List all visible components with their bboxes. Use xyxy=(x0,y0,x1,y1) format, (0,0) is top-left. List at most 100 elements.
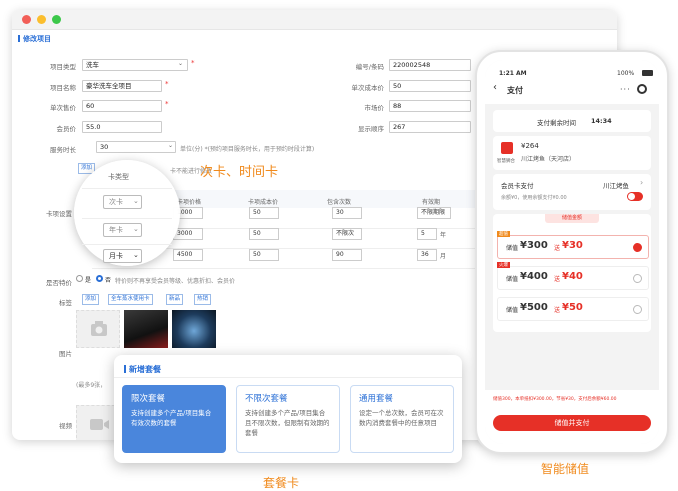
stored-option-2[interactable]: 火爆 储值 ¥400 送 ¥40 xyxy=(497,262,649,290)
package-card-unlimited[interactable]: 不限次套餐 支持创建多个产品/项目集合且不限次数，但限制有效期的套餐 xyxy=(236,385,340,453)
col-cost: 卡项成本价 xyxy=(248,199,279,206)
package-popup: 新增套餐 限次套餐 支持创建多个产品/项目集合有效次数的套餐 不限次套餐 支持创… xyxy=(114,355,462,463)
duration-select[interactable]: 30 xyxy=(96,141,176,153)
radio-icon[interactable] xyxy=(633,305,642,314)
row3-validity[interactable]: 36 xyxy=(417,249,437,261)
section-title: 修改项目 xyxy=(18,34,51,44)
car-photo-2[interactable] xyxy=(172,310,216,348)
caption-card-time: 次卡、时间卡 xyxy=(200,165,279,180)
package-card-limited[interactable]: 限次套餐 支持创建多个产品/项目集合有效次数的套餐 xyxy=(122,385,226,453)
caption-stored-value: 智能储值 xyxy=(541,462,590,476)
brand-logo-icon xyxy=(501,142,513,154)
label-market-price: 市场价 xyxy=(364,104,385,112)
order-card: 智慧狮合 ¥264 川江烤鱼（天河店） xyxy=(493,136,651,170)
row2-validity[interactable]: 5 xyxy=(417,228,437,240)
market-price-input[interactable]: 88 xyxy=(389,100,471,112)
package-card-general[interactable]: 通用套餐 设定一个总次数，会员可在次数内消费套餐中的任意项目 xyxy=(350,385,454,453)
row2-count[interactable]: 不限次 xyxy=(332,228,362,240)
tag-item[interactable]: 新品 xyxy=(166,294,184,305)
car-photo-1[interactable] xyxy=(124,310,168,348)
label-price: 单次售价 xyxy=(50,104,76,112)
row3-price[interactable]: 4500 xyxy=(173,249,203,261)
row1-cost[interactable]: 50 xyxy=(249,207,279,219)
member-pay-card: 会员卡支付 川江烤鱼 › 余额¥0，使用余额支付¥0.00 xyxy=(493,174,651,210)
label-special: 是否特价 xyxy=(46,279,72,287)
label-code: 编号/条码 xyxy=(355,63,384,71)
add-tag-button[interactable]: 添加 xyxy=(82,294,100,305)
battery-icon xyxy=(642,70,653,76)
minimize-dot-icon[interactable] xyxy=(37,15,46,24)
magnifier-title: 卡类型 xyxy=(108,173,129,181)
phone-screen: 1:21 AM 100% ‹ 支付 ··· 支付剩余时间 14:34 智慧狮合 … xyxy=(485,60,659,444)
status-battery: 100% xyxy=(617,70,635,77)
chevron-right-icon: › xyxy=(640,178,644,187)
more-icon[interactable]: ··· xyxy=(620,85,631,94)
popup-title: 新增套餐 xyxy=(124,364,161,375)
back-icon[interactable]: ‹ xyxy=(493,82,497,93)
col-validity: 有效期 xyxy=(422,199,441,206)
video-hint: (最多9张， xyxy=(76,382,107,389)
countdown-card: 支付剩余时间 14:34 xyxy=(493,110,651,132)
duration-hint: 单位(分) *(预约项目服务时长，用于预约时段计算) xyxy=(180,146,315,153)
col-price: 卡项价格 xyxy=(177,199,202,206)
pay-button[interactable]: 储值并支付 xyxy=(493,415,651,431)
card-type-magnifier: 卡类型 次卡 年卡 月卡 ⌄ ⌄ ⌄ xyxy=(74,160,180,266)
name-input[interactable]: 豪华洗车全项目 xyxy=(82,80,162,92)
status-time: 1:21 AM xyxy=(499,70,527,77)
pay-summary: 储值300，本单抵扣¥300.00，节省¥30，支付后余额¥60.00 xyxy=(493,397,617,402)
upload-image-button[interactable] xyxy=(76,310,120,348)
row3-count[interactable]: 90 xyxy=(332,249,362,261)
chevron-down-icon: ⌄ xyxy=(133,225,139,233)
stored-option-1[interactable]: 超值 储值 ¥300 送 ¥30 xyxy=(497,231,649,259)
window-titlebar xyxy=(12,10,617,30)
label-images: 图片 xyxy=(59,350,72,358)
special-hint: 特价则不再享受会员等级、优惠折扣、会员价 xyxy=(115,278,236,285)
member-pay-toggle[interactable] xyxy=(627,192,643,201)
col-count: 包含次数 xyxy=(327,199,352,206)
member-price-input[interactable]: 55.0 xyxy=(82,121,162,133)
chevron-down-icon: ⌄ xyxy=(168,142,174,149)
label-card-settings: 卡项设置 xyxy=(46,210,72,218)
chevron-down-icon: ⌄ xyxy=(133,197,139,205)
camera-icon xyxy=(91,321,107,336)
row1-validity[interactable]: 不限期限 xyxy=(417,207,451,219)
close-dot-icon[interactable] xyxy=(22,15,31,24)
label-video: 视频 xyxy=(59,422,72,430)
price-input[interactable]: 60 xyxy=(82,100,162,112)
cost-input[interactable]: 50 xyxy=(389,80,471,92)
pay-footer: 储值300，本单抵扣¥300.00，节省¥30，支付后余额¥60.00 储值并支… xyxy=(485,390,659,444)
label-cost: 单次成本价 xyxy=(351,84,385,92)
order-input[interactable]: 267 xyxy=(389,121,471,133)
phone-mockup: 1:21 AM 100% ‹ 支付 ··· 支付剩余时间 14:34 智慧狮合 … xyxy=(475,50,669,454)
code-input[interactable]: 220002548 xyxy=(389,59,471,71)
chevron-down-icon: ⌄ xyxy=(133,251,139,259)
logo-text: 智慧狮合 xyxy=(497,159,515,164)
label-name: 项目名称 xyxy=(50,84,76,92)
caption-package: 套餐卡 xyxy=(263,476,300,490)
order-amount: ¥264 xyxy=(521,142,539,150)
type-select[interactable]: 洗车 xyxy=(82,59,188,71)
label-order: 显示顺序 xyxy=(358,125,384,133)
row1-count[interactable]: 30 xyxy=(332,207,362,219)
label-type: 项目类型 xyxy=(50,63,76,71)
maximize-dot-icon[interactable] xyxy=(52,15,61,24)
radio-yes[interactable] xyxy=(96,275,103,282)
row2-cost[interactable]: 50 xyxy=(249,228,279,240)
chevron-down-icon: ⌄ xyxy=(178,60,184,67)
row3-cost[interactable]: 50 xyxy=(249,249,279,261)
row2-unit: 年 xyxy=(440,232,447,239)
radio-selected-icon[interactable] xyxy=(633,243,642,252)
radio-icon[interactable] xyxy=(633,274,642,283)
stored-option-3[interactable]: 储值 ¥500 送 ¥50 xyxy=(497,297,649,321)
close-mini-icon[interactable] xyxy=(637,84,647,94)
shop-name: 川江烤鱼（天河店） xyxy=(521,156,576,163)
label-duration: 服务时长 xyxy=(50,146,76,154)
label-member-price: 会员价 xyxy=(56,125,77,133)
radio-no[interactable] xyxy=(76,275,83,282)
row3-unit: 月 xyxy=(440,253,447,260)
label-tags: 标签 xyxy=(59,299,72,307)
page-title: 支付 xyxy=(507,86,523,95)
row2-price[interactable]: 3000 xyxy=(173,228,203,240)
tag-item[interactable]: 全车蒸水使用卡 xyxy=(108,294,153,305)
tag-item[interactable]: 热销 xyxy=(194,294,212,305)
